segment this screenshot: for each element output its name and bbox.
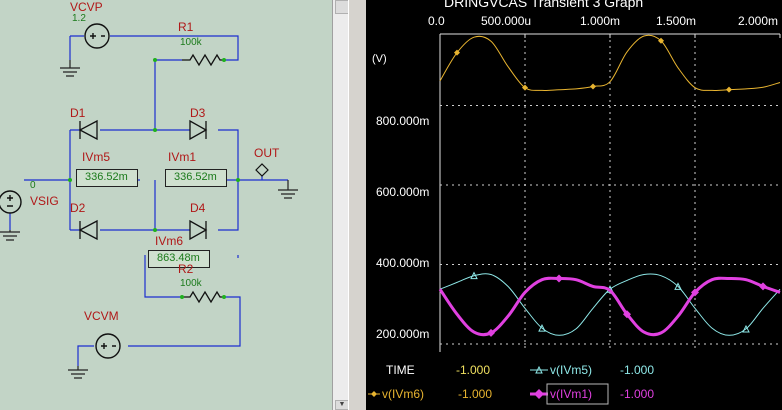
x-tick-label: 0.0	[428, 14, 445, 28]
x-tick-label: 1.000m	[580, 14, 621, 28]
legend-ivm5-value: -1.000	[620, 363, 655, 377]
legend-ivm1-label[interactable]: v(IVm1)	[550, 387, 592, 401]
r2-label: R2	[178, 262, 194, 276]
ivm5-reading: 336.52m	[85, 171, 128, 183]
r1-value: 100k	[180, 37, 202, 48]
ivm5-label: IVm5	[82, 150, 111, 164]
r2-value: 100k	[180, 278, 202, 289]
vcvp-label: VCVP	[70, 0, 103, 14]
graph-title: DRINGVCAS Transient 3 Graph	[444, 0, 644, 10]
y-tick-label: 200.000m	[376, 327, 430, 341]
scroll-up-button[interactable]	[335, 0, 349, 14]
d3-label: D3	[190, 106, 206, 120]
data-point	[590, 83, 596, 90]
ivm1-label: IVm1	[168, 150, 197, 164]
transient-graph[interactable]: DRINGVCAS Transient 3 Graph (V) 0.0 500.…	[366, 0, 782, 410]
ivm6-label: IVm6	[155, 234, 184, 248]
data-point	[759, 282, 767, 291]
plot-area	[438, 33, 781, 352]
x-tick-label: 2.000m	[738, 14, 779, 28]
vcvm-label: VCVM	[84, 309, 119, 323]
legend-ivm5-label[interactable]: v(IVm5)	[550, 363, 592, 377]
vsig-value: 0	[30, 180, 36, 191]
x-tick-label: 1.500m	[656, 14, 697, 28]
y-tick-label: 800.000m	[376, 114, 430, 128]
legend-ivm6-value: -1.000	[458, 387, 493, 401]
pane-splitter[interactable]	[348, 0, 367, 410]
vsig-label: VSIG	[30, 194, 59, 208]
x-tick-label: 500.000u	[481, 14, 532, 28]
y-unit-label: (V)	[372, 53, 387, 65]
schematic-scrollbar[interactable]: ▼	[332, 0, 349, 410]
legend-time-label: TIME	[386, 363, 415, 377]
scroll-down-button[interactable]: ▼	[335, 400, 349, 410]
legend-ivm6-label[interactable]: v(IVm6)	[382, 387, 424, 401]
out-label: OUT	[254, 146, 280, 160]
legend-ivm1-value: -1.000	[620, 387, 655, 401]
ground-symbols	[0, 60, 298, 379]
series-line-0	[439, 34, 781, 91]
ivm1-meter[interactable]: 336.52m	[165, 169, 227, 187]
y-tick-label: 400.000m	[376, 256, 430, 270]
legend-time-value: -1.000	[456, 363, 491, 377]
ivm1-reading: 336.52m	[174, 171, 217, 183]
y-tick-label: 600.000m	[376, 185, 430, 199]
vcvp-value: 1.2	[72, 13, 86, 24]
r1-label: R1	[178, 20, 194, 34]
d2-label: D2	[70, 201, 86, 215]
ivm5-meter[interactable]: 336.52m	[76, 169, 138, 187]
data-point	[726, 86, 732, 93]
schematic-canvas[interactable]: VCVP 1.2 R1 100k D1 D3 D2 D4 OUT IVm5 IV…	[0, 0, 332, 410]
d4-label: D4	[190, 201, 206, 215]
data-point	[555, 274, 563, 283]
voltage-source-symbols	[0, 23, 121, 359]
d1-label: D1	[70, 106, 86, 120]
